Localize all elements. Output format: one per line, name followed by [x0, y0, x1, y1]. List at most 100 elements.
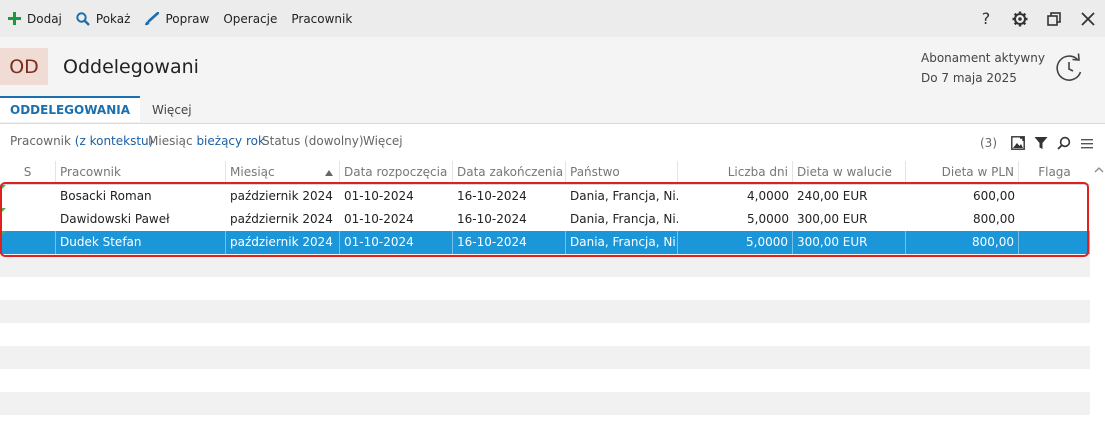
empty-row: [0, 277, 1090, 300]
edit-button[interactable]: Popraw: [137, 0, 216, 37]
table-row[interactable]: Dawidowski Paweł październik 2024 01-10-20…: [0, 208, 1090, 231]
record-count: (3): [980, 136, 997, 150]
employee-menu-label: Pracownik: [291, 11, 353, 26]
empty-row: [0, 254, 1090, 277]
grid-search-button[interactable]: [1054, 134, 1074, 152]
cell-flag: [1019, 231, 1090, 254]
header-employee[interactable]: Pracownik: [56, 161, 226, 184]
help-button[interactable]: ?: [969, 0, 1003, 37]
empty-row: [0, 369, 1090, 392]
search-icon: [76, 11, 90, 26]
subscription-status: Abonament aktywny: [921, 51, 1045, 65]
close-button[interactable]: [1071, 0, 1105, 37]
cell-diet-currency: 300,00 EUR: [793, 231, 906, 254]
add-button[interactable]: Dodaj: [0, 0, 69, 37]
cell-s: [0, 208, 56, 231]
grid-body: Bosacki Roman październik 2024 01-10-2024 1…: [0, 185, 1090, 415]
filter-month-value: bieżący rok: [196, 134, 265, 148]
page-header: OD Oddelegowani Abonament aktywny Do 7 m…: [0, 37, 1105, 96]
plus-icon: [8, 12, 21, 25]
module-badge: OD: [0, 48, 48, 85]
table-row[interactable]: Bosacki Roman październik 2024 01-10-2024 1…: [0, 185, 1090, 208]
cell-days: 5,0000: [678, 231, 793, 254]
cell-end-date: 16-10-2024: [457, 212, 527, 226]
header-month-label: Miesiąc: [230, 165, 275, 179]
edit-button-label: Popraw: [165, 11, 210, 26]
cell-days: 5,0000: [747, 212, 789, 226]
show-button[interactable]: Pokaż: [69, 0, 138, 37]
cell-month: październik 2024: [226, 231, 340, 254]
empty-row: [0, 346, 1090, 369]
cell-month: październik 2024: [230, 189, 333, 203]
scroll-up-icon[interactable]: [1093, 164, 1105, 176]
cell-employee: Dawidowski Paweł: [60, 212, 170, 226]
window-controls: ?: [969, 0, 1105, 37]
header-start-date[interactable]: Data rozpoczęcia: [340, 161, 453, 184]
filter-employee-value: (z kontekstu): [74, 134, 154, 148]
cell-diet-pln: 600,00: [973, 189, 1015, 203]
cell-end-date: 16-10-2024: [457, 189, 527, 203]
cell-employee: Bosacki Roman: [60, 189, 152, 203]
sort-asc-icon: [325, 170, 333, 176]
subscription-info: Abonament aktywny Do 7 maja 2025: [921, 48, 1045, 88]
grid-tools: (3): [980, 134, 1097, 152]
grid-header: S Pracownik Miesiąc Data rozpoczęcia Dat…: [0, 161, 1090, 185]
empty-row: [0, 300, 1090, 323]
magnifier-icon: [1057, 136, 1071, 150]
operations-menu-label: Operacje: [223, 11, 278, 26]
filter-employee[interactable]: Pracownik (z kontekstu): [10, 134, 153, 148]
cell-diet-pln: 800,00: [973, 212, 1015, 226]
data-grid: S Pracownik Miesiąc Data rozpoczęcia Dat…: [0, 161, 1090, 415]
brush-icon: [145, 11, 160, 25]
gear-icon: [1012, 11, 1028, 26]
header-s[interactable]: S: [0, 161, 56, 184]
hamburger-icon: [1081, 138, 1093, 148]
toolbar: Dodaj Pokaż Popraw Operacje Pracownik ?: [0, 0, 1105, 37]
header-flag[interactable]: Flaga: [1019, 161, 1090, 184]
filter-month[interactable]: Miesiąc bieżący rok: [148, 134, 265, 148]
empty-row: [0, 323, 1090, 346]
show-button-label: Pokaż: [95, 11, 131, 26]
cell-diet-currency: 300,00 EUR: [797, 212, 868, 226]
subscription-valid-until: Do 7 maja 2025: [921, 71, 1017, 85]
filter-status[interactable]: Status (dowolny): [262, 134, 364, 148]
header-end-date[interactable]: Data zakończenia: [453, 161, 566, 184]
employee-menu[interactable]: Pracownik: [284, 0, 359, 37]
menu-button[interactable]: [1077, 134, 1097, 152]
cell-start-date: 01-10-2024: [344, 189, 414, 203]
settings-button[interactable]: [1003, 0, 1037, 37]
image-icon: [1011, 136, 1025, 150]
cell-diet-currency: 240,00 EUR: [797, 189, 868, 203]
help-icon: ?: [981, 9, 991, 28]
filter-more[interactable]: Więcej: [363, 134, 403, 148]
cell-country: Dania, Francja, Ni...: [570, 212, 678, 226]
cell-start-date: 01-10-2024: [344, 212, 414, 226]
cell-days: 4,0000: [747, 189, 789, 203]
page-title: Oddelegowani: [63, 56, 199, 78]
cell-end-date: 16-10-2024: [453, 231, 566, 254]
operations-menu[interactable]: Operacje: [216, 0, 284, 37]
add-button-label: Dodaj: [27, 11, 62, 26]
header-diet-pln[interactable]: Dieta w PLN: [906, 161, 1019, 184]
tab-oddelegowania[interactable]: ODDELEGOWANIA: [0, 96, 140, 122]
table-row[interactable]: Dudek Stefan październik 2024 01-10-2024 16…: [0, 231, 1090, 254]
header-country[interactable]: Państwo: [566, 161, 678, 184]
empty-row: [0, 392, 1090, 415]
cell-country: Dania, Francja, Ni...: [566, 231, 678, 254]
cell-s: [0, 185, 56, 208]
tab-more[interactable]: Więcej: [152, 96, 192, 123]
header-days[interactable]: Liczba dni: [678, 161, 793, 184]
cell-employee: Dudek Stefan: [56, 231, 226, 254]
filter-button[interactable]: [1031, 134, 1051, 152]
cell-month: październik 2024: [230, 212, 333, 226]
funnel-icon: [1034, 137, 1048, 149]
header-diet-currency[interactable]: Dieta w walucie: [793, 161, 906, 184]
cell-flag: [1019, 185, 1090, 208]
close-icon: [1081, 11, 1095, 26]
cell-start-date: 01-10-2024: [340, 231, 453, 254]
cell-s: [0, 231, 56, 254]
export-image-button[interactable]: [1008, 134, 1028, 152]
refresh-icon[interactable]: [1052, 51, 1086, 85]
header-month[interactable]: Miesiąc: [226, 161, 340, 184]
restore-window-button[interactable]: [1037, 0, 1071, 37]
